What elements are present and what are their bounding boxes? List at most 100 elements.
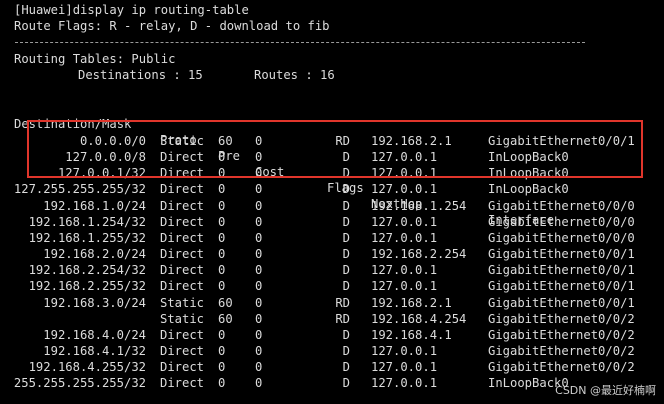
route-row: 192.168.1.254/32 Direct 0 0 D 127.0.0.1 Gigabi… [0, 214, 664, 230]
route-row: 192.168.4.0/24 Direct 0 0 D 192.168.4.1 Gigabi… [0, 327, 664, 343]
route-row: 127.0.0.0/8 Direct 0 0 D 127.0.0.1 InLoopBack0 [0, 149, 664, 165]
cell-destination: 192.168.2.254/32 [28, 263, 146, 278]
cell-nexthop: 127.0.0.1 [371, 230, 438, 245]
cell-destination: 192.168.1.254/32 [28, 214, 146, 229]
route-row: 192.168.4.1/32 Direct 0 0 D 127.0.0.1 GigabitE… [0, 343, 664, 359]
cell-proto: Direct [160, 182, 205, 197]
cell-flags: D [342, 230, 350, 245]
cell-nexthop: 127.0.0.1 [371, 214, 438, 229]
cell-interface: GigabitEthernet0/0/2 [488, 343, 635, 358]
cell-destination: 192.168.4.255/32 [28, 360, 146, 375]
cell-nexthop: 127.0.0.1 [371, 279, 438, 294]
cell-pre: 0 [218, 182, 226, 197]
cell-interface: GigabitEthernet0/0/0 [488, 214, 635, 229]
cell-nexthop: 127.0.0.1 [371, 263, 438, 278]
cell-pre: 0 [218, 263, 226, 278]
cell-proto: Static [160, 295, 205, 310]
cell-nexthop: 127.0.0.1 [371, 343, 438, 358]
route-row: 192.168.1.0/24 Direct 0 0 D 192.168.1.254 Giga… [0, 198, 664, 214]
cell-interface: GigabitEthernet0/0/0 [488, 230, 635, 245]
destinations-count: Destinations : 15 [78, 68, 203, 82]
cell-flags: RD [335, 295, 350, 310]
cell-flags: D [342, 150, 350, 165]
cell-proto: Direct [160, 263, 205, 278]
cell-interface: GigabitEthernet0/0/1 [488, 134, 635, 148]
cell-cost: 0 [255, 311, 263, 326]
cell-destination: 192.168.1.0/24 [43, 198, 146, 213]
cell-pre: 0 [218, 360, 226, 375]
cell-destination: 192.168.2.0/24 [43, 247, 146, 262]
routes-count: Routes : 16 [254, 68, 335, 82]
separator-line [15, 42, 585, 43]
cell-destination: 192.168.3.0/24 [43, 295, 146, 310]
cell-pre: 0 [218, 279, 226, 294]
cell-proto: Direct [160, 150, 205, 165]
column-header-destination: Destination/Mask [14, 117, 132, 131]
cell-pre: 0 [218, 247, 226, 262]
cell-interface: GigabitEthernet0/0/2 [488, 327, 635, 342]
cell-cost: 0 [255, 247, 263, 262]
cell-interface: GigabitEthernet0/0/1 [488, 247, 635, 262]
cell-nexthop: 192.168.4.1 [371, 327, 452, 342]
cell-destination: 127.0.0.0/8 [65, 150, 146, 165]
cell-nexthop: 192.168.2.1 [371, 134, 452, 148]
cell-cost: 0 [255, 150, 263, 165]
route-row: 0.0.0.0/0 Static 60 0 RD 192.168.2.1 GigabitEt… [0, 133, 664, 149]
cell-proto: Direct [160, 166, 205, 181]
cell-pre: 60 [218, 311, 233, 326]
cell-proto: Direct [160, 360, 205, 375]
cell-interface: GigabitEthernet0/0/1 [488, 263, 635, 278]
cell-cost: 0 [255, 295, 263, 310]
cell-destination: 192.168.4.1/32 [43, 343, 146, 358]
cell-flags: RD [335, 134, 350, 148]
cell-cost: 0 [255, 182, 263, 197]
cell-nexthop: 127.0.0.1 [371, 360, 438, 375]
cell-pre: 0 [218, 214, 226, 229]
cell-flags: D [342, 360, 350, 375]
cell-cost: 0 [255, 360, 263, 375]
cell-interface: GigabitEthernet0/0/2 [488, 360, 635, 375]
cell-nexthop: 127.0.0.1 [371, 182, 438, 197]
cell-destination: 192.168.4.0/24 [43, 327, 146, 342]
command-line: [Huawei]display ip routing-table [14, 3, 249, 17]
cell-interface: InLoopBack0 [488, 166, 569, 181]
cell-proto: Direct [160, 343, 205, 358]
cell-flags: D [342, 279, 350, 294]
route-row: 127.0.0.1/32 Direct 0 0 D 127.0.0.1 InLoopBack… [0, 165, 664, 181]
cell-interface: InLoopBack0 [488, 182, 569, 197]
cell-pre: 0 [218, 166, 226, 181]
cell-flags: RD [335, 311, 350, 326]
cell-cost: 0 [255, 134, 263, 148]
cell-flags: D [342, 343, 350, 358]
route-row: Static 60 0 RD 192.168.4.254 GigabitEthernet0… [0, 311, 664, 327]
cell-pre: 0 [218, 150, 226, 165]
cell-proto: Direct [160, 327, 205, 342]
cell-flags: D [342, 263, 350, 278]
routing-tables-label: Routing Tables: Public [14, 52, 176, 66]
cell-nexthop: 192.168.2.1 [371, 295, 452, 310]
cell-proto: Direct [160, 279, 205, 294]
cell-proto: Direct [160, 376, 205, 391]
cell-cost: 0 [255, 343, 263, 358]
cell-pre: 0 [218, 376, 226, 391]
route-row: 192.168.2.255/32 Direct 0 0 D 127.0.0.1 Gigabi… [0, 278, 664, 294]
cell-proto: Direct [160, 214, 205, 229]
cell-flags: D [342, 327, 350, 342]
cell-nexthop: 127.0.0.1 [371, 376, 438, 391]
cell-nexthop: 192.168.1.254 [371, 198, 467, 213]
cell-interface: InLoopBack0 [488, 150, 569, 165]
cell-destination: 255.255.255.255/32 [13, 376, 146, 391]
cell-flags: D [342, 182, 350, 197]
cell-interface: GigabitEthernet0/0/2 [488, 311, 635, 326]
route-row: 127.255.255.255/32 Direct 0 0 D 127.0.0.1 InLo… [0, 181, 664, 197]
cell-interface: GigabitEthernet0/0/1 [488, 295, 635, 310]
route-row: 192.168.2.254/32 Direct 0 0 D 127.0.0.1 Gigabi… [0, 262, 664, 278]
cell-pre: 60 [218, 134, 233, 148]
cell-flags: D [342, 376, 350, 391]
cell-flags: D [342, 166, 350, 181]
cell-pre: 0 [218, 230, 226, 245]
terminal-window[interactable]: [Huawei]display ip routing-table Route F… [0, 0, 664, 404]
cell-flags: D [342, 214, 350, 229]
cell-nexthop: 127.0.0.1 [371, 166, 438, 181]
cell-interface: GigabitEthernet0/0/0 [488, 198, 635, 213]
